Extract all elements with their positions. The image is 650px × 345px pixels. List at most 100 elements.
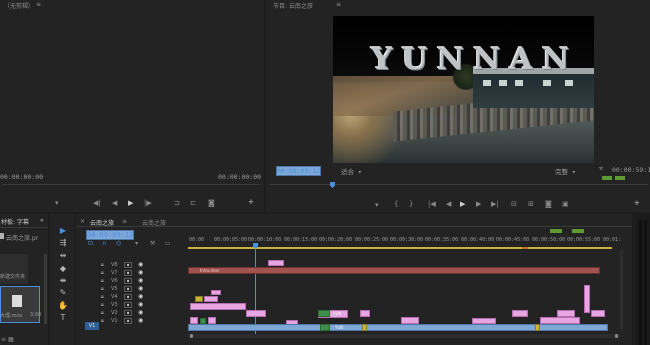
timeline-timecode[interactable]: 00:00:09:12	[86, 230, 135, 240]
sync-lock-icon[interactable]: ▪	[124, 262, 132, 268]
sync-lock-icon[interactable]: ▪	[124, 270, 132, 276]
lock-icon[interactable]: 🔒︎	[101, 286, 104, 292]
sync-lock-icon[interactable]: ▪	[124, 286, 132, 292]
timeline-linked-icon[interactable]: ⌬	[116, 240, 121, 247]
track-label[interactable]: V6	[111, 278, 118, 284]
sync-lock-icon[interactable]: ▪	[124, 302, 132, 308]
timeline-work-area-bar[interactable]	[188, 247, 612, 249]
track-label[interactable]: V7	[111, 270, 118, 276]
program-fit-select[interactable]: 适合 ▾	[341, 166, 362, 176]
timeline-clip[interactable]	[584, 285, 590, 313]
razor-tool[interactable]: ◆	[57, 264, 69, 274]
project-list-view-icon[interactable]: ≡	[1, 336, 6, 343]
timeline-clip[interactable]	[190, 303, 246, 310]
eye-icon[interactable]: ◉	[138, 301, 143, 308]
program-export-icon[interactable]: ▣	[562, 200, 569, 208]
timeline-marker-icon[interactable]: ▾	[135, 240, 138, 247]
timeline-settings-icon[interactable]: ⚒	[150, 240, 155, 247]
program-video-frame[interactable]: YUNNAN	[333, 16, 594, 163]
pen-tool[interactable]: ✎	[57, 288, 69, 298]
eye-icon[interactable]: ◉	[138, 293, 143, 300]
timeline-clip[interactable]	[360, 310, 370, 317]
timeline-captions-icon[interactable]: ▭	[165, 240, 171, 247]
timeline-clip-v1[interactable]	[188, 324, 608, 331]
source-fwd-icon[interactable]: |▶	[144, 199, 152, 207]
track-label[interactable]: V3	[111, 302, 118, 308]
lock-icon[interactable]: 🔒︎	[101, 318, 104, 324]
project-item-icon[interactable]	[0, 233, 4, 239]
timeline-clip[interactable]	[362, 324, 367, 331]
track-label[interactable]: V8	[111, 262, 118, 268]
timeline-clip[interactable]	[557, 310, 575, 317]
timeline-clip[interactable]	[208, 317, 216, 324]
program-add-button[interactable]: +	[634, 199, 640, 207]
eye-icon[interactable]: ◉	[138, 317, 143, 324]
source-patch-v1[interactable]: V1	[85, 322, 99, 330]
source-monitor-tab[interactable]: （无剪辑）	[4, 1, 34, 10]
timeline-close-icon[interactable]: ×	[80, 218, 85, 225]
timeline-clip[interactable]	[540, 317, 580, 324]
eye-icon[interactable]: ◉	[138, 309, 143, 316]
track-label[interactable]: V5	[111, 286, 118, 292]
timeline-snap-icon[interactable]: ∩	[102, 240, 106, 247]
program-go-out-icon[interactable]: ▶|	[491, 200, 499, 208]
timeline-clip[interactable]: YUN	[318, 310, 341, 317]
program-monitor-tab[interactable]: 节目: 云南之旅	[273, 1, 313, 10]
project-scrollbar[interactable]	[44, 254, 47, 324]
source-marker-icon[interactable]: ▾	[55, 199, 59, 207]
track-label[interactable]: V1	[111, 318, 118, 324]
source-play-icon[interactable]: ▶	[128, 199, 133, 207]
program-extract-icon[interactable]: ⊞	[528, 200, 534, 208]
timeline-tab-menu-icon[interactable]: ≡	[122, 218, 127, 225]
lock-icon[interactable]: 🔒︎	[101, 302, 104, 308]
hand-tool[interactable]: ✋	[57, 301, 69, 311]
program-menu-icon[interactable]: ≡	[336, 1, 341, 8]
lock-icon[interactable]: 🔒︎	[101, 262, 104, 268]
timeline-clip[interactable]	[211, 290, 221, 295]
program-progress-bar[interactable]	[270, 184, 648, 185]
timeline-nest-icon[interactable]: ⊡	[88, 240, 93, 247]
selection-tool[interactable]: ▶	[57, 226, 69, 236]
project-expand-icon[interactable]: »	[40, 217, 44, 224]
ripple-edit-tool[interactable]: ⇹	[57, 251, 69, 261]
title-clip-intro[interactable]: Intro.mov	[188, 267, 600, 274]
source-back-icon[interactable]: ◀	[112, 199, 117, 207]
program-marker-icon[interactable]: ▾	[375, 201, 379, 209]
track-label[interactable]: V2	[111, 310, 118, 316]
lock-icon[interactable]: 🔒︎	[101, 278, 104, 284]
source-menu-icon[interactable]: ≡	[36, 1, 41, 8]
program-in-icon[interactable]: {	[394, 200, 398, 208]
type-tool[interactable]: T	[57, 313, 69, 323]
eye-icon[interactable]: ◉	[138, 261, 143, 268]
program-wrench-icon[interactable]: ⚒	[599, 164, 603, 172]
program-go-in-icon[interactable]: |◀	[428, 200, 436, 208]
source-timecode-in[interactable]: 00:00:00:00	[0, 173, 43, 181]
timeline-clip[interactable]	[195, 296, 203, 302]
source-step-back-icon[interactable]: ◀|	[93, 199, 101, 207]
timeline-clip[interactable]	[204, 296, 218, 302]
eye-icon[interactable]: ◉	[138, 285, 143, 292]
program-lift-icon[interactable]: ⊟	[511, 200, 517, 208]
timeline-clip[interactable]	[401, 317, 419, 324]
source-insert-icon[interactable]: ⊐	[174, 199, 180, 207]
sync-lock-icon[interactable]: ▪	[124, 310, 132, 316]
project-item-label[interactable]: 云南之旅.pr	[6, 233, 38, 242]
timeline-clip[interactable]: YUN	[320, 324, 343, 331]
program-timecode[interactable]: 00:00:09:12	[276, 166, 322, 176]
timeline-clip[interactable]	[190, 317, 198, 324]
lock-icon[interactable]: 🔒︎	[101, 270, 104, 276]
program-camera-icon[interactable]: ◙	[545, 200, 552, 208]
timeline-v-scrollbar[interactable]	[620, 250, 623, 330]
lock-icon[interactable]: 🔒︎	[101, 294, 104, 300]
project-tab[interactable]: 材板: 字幕	[1, 217, 29, 226]
timeline-clip[interactable]	[535, 324, 540, 331]
timeline-h-scrollbar[interactable]	[188, 334, 620, 338]
program-quality-select[interactable]: 完整 ▾	[555, 166, 576, 176]
program-step-fwd-icon[interactable]: ▶	[476, 200, 481, 208]
timeline-clip[interactable]	[512, 310, 528, 317]
track-label[interactable]: V4	[111, 294, 118, 300]
source-camera-icon[interactable]: ◙	[208, 199, 215, 207]
timeline-clip[interactable]	[591, 310, 605, 317]
program-play-icon[interactable]: ▶	[460, 200, 465, 208]
slip-tool[interactable]: ⇼	[57, 276, 69, 286]
